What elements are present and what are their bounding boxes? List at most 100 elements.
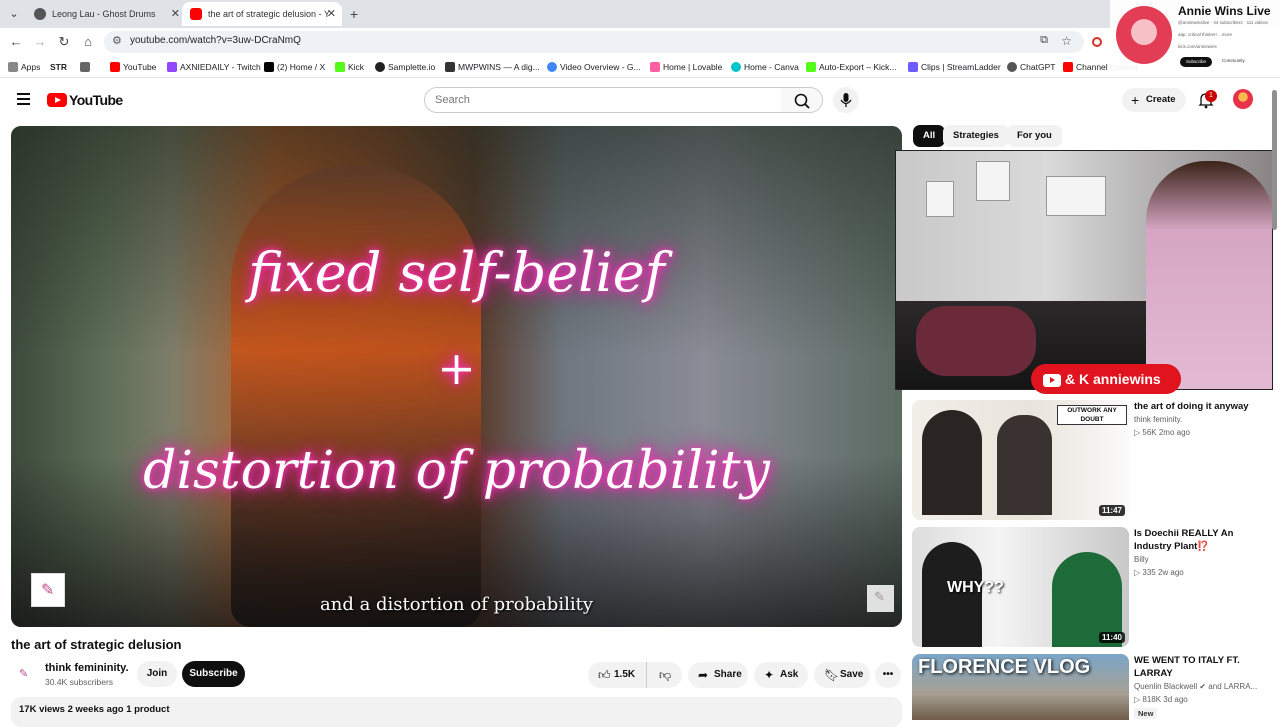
bookmark-youtube[interactable]: YouTube xyxy=(110,60,156,74)
back-icon[interactable]: ← xyxy=(6,32,26,52)
thumb-text: WHY?? xyxy=(947,579,1004,596)
share-icon: ➦ xyxy=(698,668,709,682)
rec-channel[interactable]: Quenlin Blackwell ✔ and LARRA... xyxy=(1134,682,1257,691)
rec-title[interactable]: Is Doechii REALLY An Industry Plant⁉️ xyxy=(1134,527,1264,553)
menu-icon[interactable] xyxy=(14,90,34,110)
bookmark-lovable[interactable]: Home | Lovable xyxy=(650,60,722,74)
bookmark-str[interactable]: STR xyxy=(48,60,67,74)
streamer-avatar xyxy=(1116,6,1172,64)
thumb-text: FLORENCE VLOG xyxy=(918,656,1091,678)
streamer-description: aap, critical thinker! ...more xyxy=(1178,32,1233,37)
tab-title: the art of strategic delusion - Y xyxy=(208,9,330,19)
rec-thumbnail[interactable]: OUTWORK ANY DOUBT 11:47 xyxy=(912,400,1129,520)
forward-icon[interactable]: → xyxy=(30,32,50,52)
channel-name[interactable]: think femininity. xyxy=(45,662,129,674)
youtube-header: YouTube +Create xyxy=(0,78,1280,122)
reload-icon[interactable]: ↻ xyxy=(54,32,74,52)
description-box[interactable]: 17K views 2 weeks ago 1 product xyxy=(11,697,902,727)
thumbs-down-icon: 👎︎ xyxy=(659,668,672,682)
search-button[interactable] xyxy=(781,87,823,113)
join-button[interactable]: Join xyxy=(137,661,177,687)
close-tab-icon[interactable]: ✕ xyxy=(327,2,336,26)
view-count-date: 17K views 2 weeks ago 1 product xyxy=(19,704,170,715)
lovable-icon xyxy=(650,62,660,72)
bookmark-apps[interactable]: Apps xyxy=(8,60,40,74)
create-button[interactable]: + Create xyxy=(1122,88,1186,112)
video-title: the art of strategic delusion xyxy=(11,637,182,652)
youtube-icon xyxy=(1063,62,1073,72)
new-tab-button[interactable]: + xyxy=(344,4,364,24)
video-overlay-line3: distortion of probability xyxy=(143,441,770,501)
bookmark-streamladder[interactable]: Clips | StreamLadder xyxy=(908,60,1001,74)
google-icon xyxy=(547,62,557,72)
save-button[interactable]: 🔖︎ Save xyxy=(814,662,870,688)
youtube-play-icon xyxy=(47,93,67,107)
bookmark-samplette[interactable]: Samplette.io xyxy=(375,60,435,74)
install-app-icon[interactable]: ⧉ xyxy=(1040,34,1048,47)
account-avatar[interactable] xyxy=(1233,89,1253,109)
like-button[interactable]: 👍︎ 1.5K xyxy=(588,662,646,688)
rec-thumbnail[interactable]: FLORENCE VLOG xyxy=(912,654,1129,720)
site-info-icon[interactable]: ⚙ xyxy=(112,34,122,47)
more-icon: ••• xyxy=(882,669,894,680)
bookmark-video-overview[interactable]: Video Overview - G... xyxy=(547,60,641,74)
chip-strategies[interactable]: Strategies xyxy=(943,125,1009,147)
rec-thumbnail[interactable]: WHY?? 11:40 xyxy=(912,527,1129,647)
tab-ghost-drums[interactable]: Leong Lau - Ghost Drums ✕ xyxy=(26,2,186,26)
search-input[interactable] xyxy=(425,88,755,112)
channel-avatar[interactable] xyxy=(11,662,37,688)
thumbs-up-icon: 👍︎ xyxy=(598,668,611,682)
url-text[interactable]: youtube.com/watch?v=3uw-DCraNmQ xyxy=(130,35,301,46)
bookmark-grid[interactable] xyxy=(80,60,93,74)
scrollbar-thumb[interactable] xyxy=(1272,90,1277,230)
bookmark-kick[interactable]: Kick xyxy=(335,60,364,74)
duration-badge: 11:40 xyxy=(1098,632,1125,643)
chip-all[interactable]: All xyxy=(913,125,946,147)
rec-meta: ▷ 335 2w ago xyxy=(1134,568,1184,577)
video-player[interactable]: fixed self-belief + distortion of probab… xyxy=(11,126,902,627)
subscribe-button[interactable]: Subscribe xyxy=(182,661,245,687)
video-overlay-plus: + xyxy=(437,341,476,395)
recommendation-item[interactable]: OUTWORK ANY DOUBT 11:47 the art of doing… xyxy=(912,400,1272,520)
wall-poster xyxy=(976,161,1010,201)
recording-icon[interactable] xyxy=(1092,37,1102,47)
channel-watermark[interactable] xyxy=(31,573,65,607)
kick-icon xyxy=(806,62,816,72)
bookmark-mwpwins[interactable]: MWPWINS — A dig... xyxy=(445,60,540,74)
subscriber-count: 30.4K subscribers xyxy=(45,677,114,687)
home-icon[interactable]: ⌂ xyxy=(78,32,98,52)
twitch-icon xyxy=(167,62,177,72)
dislike-button[interactable]: 👎︎ xyxy=(646,662,682,688)
recommendation-item[interactable]: WHY?? 11:40 Is Doechii REALLY An Industr… xyxy=(912,527,1272,647)
chip-for-you[interactable]: For you xyxy=(1007,125,1062,147)
apps-grid-icon xyxy=(8,62,18,72)
voice-search-button[interactable] xyxy=(833,87,859,113)
search-box xyxy=(424,87,782,113)
bookmark-x[interactable]: (2) Home / X xyxy=(264,60,325,74)
bookmark-twitch[interactable]: AXNIEDAILY - Twitch xyxy=(167,60,261,74)
thumb-person xyxy=(922,410,982,515)
streamladder-icon xyxy=(908,62,918,72)
more-actions-button[interactable]: ••• xyxy=(875,662,901,688)
rec-title[interactable]: WE WENT TO ITALY FT. LARRAY xyxy=(1134,654,1264,680)
tab-search-button[interactable]: ⌄ xyxy=(4,4,24,24)
share-button[interactable]: ➦ Share xyxy=(688,662,748,688)
notification-badge: 1 xyxy=(1205,90,1217,102)
branding-watermark[interactable] xyxy=(867,585,894,612)
stream-overlay-card: Annie Wins Live @anniewinslive · 44 subs… xyxy=(1110,0,1280,74)
rec-channel[interactable]: think feminity. xyxy=(1134,415,1182,424)
rec-title[interactable]: the art of doing it anyway xyxy=(1134,400,1264,413)
bookmark-star-icon[interactable]: ☆ xyxy=(1061,34,1072,48)
x-icon xyxy=(264,62,274,72)
bookmark-canva[interactable]: Home - Canva xyxy=(731,60,799,74)
bookmark-auto-export[interactable]: Auto-Export – Kick... xyxy=(806,60,896,74)
bookmarks-bar: Apps STR YouTube AXNIEDAILY - Twitch (2)… xyxy=(0,56,1280,78)
recommendation-item[interactable]: FLORENCE VLOG WE WENT TO ITALY FT. LARRA… xyxy=(912,654,1272,720)
rec-channel[interactable]: Billy xyxy=(1134,555,1149,564)
ask-button[interactable]: ✦ Ask xyxy=(754,662,808,688)
bookmark-icon: 🔖︎ xyxy=(824,668,840,682)
close-tab-icon[interactable]: ✕ xyxy=(171,2,180,26)
tab-strategic-delusion[interactable]: the art of strategic delusion - Y ✕ xyxy=(182,2,342,26)
address-bar[interactable]: ⚙ youtube.com/watch?v=3uw-DCraNmQ ⧉ ☆ xyxy=(104,31,1084,53)
bookmark-chatgpt[interactable]: ChatGPT xyxy=(1007,60,1055,74)
